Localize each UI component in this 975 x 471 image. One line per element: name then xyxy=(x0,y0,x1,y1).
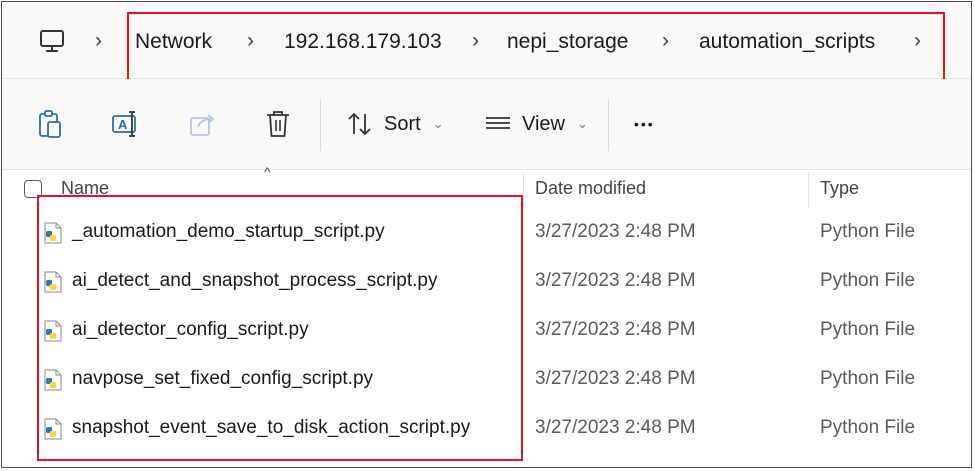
column-header-date-modified[interactable]: Date modified xyxy=(535,178,646,199)
file-date-modified: 3/27/2023 2:48 PM xyxy=(535,368,696,389)
column-divider[interactable] xyxy=(808,172,809,208)
command-bar: A Sort ⌄ View ⌄ ••• xyxy=(2,79,971,170)
chevron-down-icon: ⌄ xyxy=(577,116,588,131)
this-pc-icon[interactable] xyxy=(39,28,65,54)
column-header-name[interactable]: Name xyxy=(61,178,109,199)
chevron-right-icon[interactable]: › xyxy=(247,29,254,53)
file-row[interactable]: ai_detect_and_snapshot_process_script.py… xyxy=(2,256,971,305)
view-label: View xyxy=(522,112,565,135)
sort-label: Sort xyxy=(384,112,421,135)
select-all-checkbox[interactable] xyxy=(24,180,42,198)
chevron-right-icon[interactable]: › xyxy=(95,29,102,53)
python-file-icon xyxy=(44,222,62,244)
file-date-modified: 3/27/2023 2:48 PM xyxy=(535,417,696,438)
paste-button[interactable] xyxy=(36,107,64,141)
breadcrumb-ip-address[interactable]: 192.168.179.103 xyxy=(284,30,442,54)
breadcrumb-nepi-storage[interactable]: nepi_storage xyxy=(507,30,628,54)
file-type: Python File xyxy=(820,221,916,242)
file-name: navpose_set_fixed_config_script.py xyxy=(72,368,374,389)
more-options-button[interactable]: ••• xyxy=(634,107,655,141)
sort-ascending-icon: ^ xyxy=(264,164,271,180)
file-row[interactable]: snapshot_event_save_to_disk_action_scrip… xyxy=(2,403,971,452)
sort-button[interactable]: Sort ⌄ xyxy=(346,107,444,141)
file-row[interactable]: ai_detector_config_script.py 3/27/2023 2… xyxy=(2,305,971,354)
svg-text:A: A xyxy=(118,117,128,132)
column-header-row: ^ Name Date modified Type xyxy=(2,164,971,208)
python-file-icon xyxy=(44,271,62,293)
view-list-icon xyxy=(486,117,510,129)
clipboard-icon xyxy=(39,110,61,138)
column-header-type[interactable]: Type xyxy=(820,178,859,199)
more-options-icon: ••• xyxy=(634,116,655,132)
file-date-modified: 3/27/2023 2:48 PM xyxy=(535,221,696,242)
file-date-modified: 3/27/2023 2:48 PM xyxy=(535,319,696,340)
chevron-right-icon[interactable]: › xyxy=(472,29,479,53)
toolbar-divider xyxy=(320,99,321,151)
file-name: _automation_demo_startup_script.py xyxy=(72,221,385,242)
share-icon xyxy=(190,114,215,136)
file-type: Python File xyxy=(820,368,916,389)
chevron-right-icon[interactable]: › xyxy=(662,29,669,53)
share-button[interactable] xyxy=(188,107,218,141)
file-type: Python File xyxy=(820,319,916,340)
address-bar[interactable]: › Network › 192.168.179.103 › nepi_stora… xyxy=(2,2,971,79)
python-file-icon xyxy=(44,418,62,440)
rename-icon: A xyxy=(112,111,136,137)
file-date-modified: 3/27/2023 2:48 PM xyxy=(535,270,696,291)
breadcrumb-automation-scripts[interactable]: automation_scripts xyxy=(699,30,875,54)
chevron-right-icon[interactable]: › xyxy=(914,29,921,53)
view-button[interactable]: View ⌄ xyxy=(484,107,588,141)
rename-button[interactable]: A xyxy=(110,107,142,141)
trash-icon xyxy=(267,111,289,137)
file-type: Python File xyxy=(820,417,916,438)
file-row[interactable]: navpose_set_fixed_config_script.py 3/27/… xyxy=(2,354,971,403)
delete-button[interactable] xyxy=(264,107,292,141)
file-row[interactable]: _automation_demo_startup_script.py 3/27/… xyxy=(2,207,971,256)
python-file-icon xyxy=(44,320,62,342)
file-name: snapshot_event_save_to_disk_action_scrip… xyxy=(72,417,471,438)
column-divider[interactable] xyxy=(523,172,524,208)
toolbar-divider xyxy=(608,99,609,151)
file-name: ai_detect_and_snapshot_process_script.py xyxy=(72,270,438,291)
chevron-down-icon: ⌄ xyxy=(432,116,444,131)
python-file-icon xyxy=(44,369,62,391)
sort-icon xyxy=(348,112,371,136)
breadcrumb-network[interactable]: Network xyxy=(135,30,212,54)
file-explorer-window: › Network › 192.168.179.103 › nepi_stora… xyxy=(1,1,972,468)
file-name: ai_detector_config_script.py xyxy=(72,319,309,340)
file-type: Python File xyxy=(820,270,916,291)
